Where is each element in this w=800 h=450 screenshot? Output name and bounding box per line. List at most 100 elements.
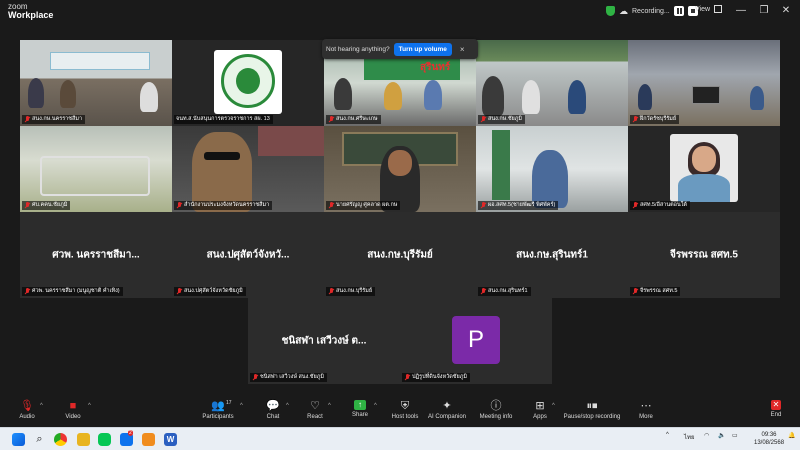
pause-recording-icon[interactable] xyxy=(673,6,684,16)
name-tile[interactable]: ศวพ. นครราชสีมา... ศวพ. นครราชสีมา (มนูญ… xyxy=(20,212,172,298)
close-window-icon[interactable]: ✕ xyxy=(779,4,793,18)
more-icon: ⋯ xyxy=(640,400,652,412)
participant-display-name: ชนิสฬา เสวีวงษ์ ต... xyxy=(281,335,367,347)
notification-bell-icon[interactable]: 🔔 xyxy=(788,432,795,439)
participant-name: ชนิสฬา เสวีวงษ์ สนง.ชัยภูมิ xyxy=(250,373,328,382)
chrome-icon[interactable] xyxy=(54,433,67,446)
participants-options-caret-icon[interactable]: ^ xyxy=(240,403,243,409)
audio-button[interactable]: 🎙 Audio xyxy=(14,400,40,420)
language-indicator[interactable]: ไทย xyxy=(684,432,695,442)
muted-mic-icon xyxy=(480,116,486,123)
zoom-window: zoom Workplace ☁ Recording... View — ❐ ✕… xyxy=(0,0,800,450)
video-tile-active-speaker[interactable]: นายศรัญญู ศูคลาด ผต.กษ xyxy=(324,126,476,212)
muted-mic-icon xyxy=(252,374,258,381)
muted-mic-icon xyxy=(480,288,486,295)
video-button[interactable]: ■ Video xyxy=(60,400,86,420)
name-tile[interactable]: สนง.กษ.สุรินทร์1 สนง.กษ.สุรินทร์1 xyxy=(476,212,628,298)
video-tile[interactable]: ศบ.คคน.ชัยภูมิ xyxy=(20,126,172,212)
name-tile[interactable]: ชนิสฬา เสวีวงษ์ ต... ชนิสฬา เสวีวงษ์ สนง… xyxy=(248,298,400,384)
minimize-icon[interactable]: — xyxy=(734,4,748,18)
notification-text: Not hearing anything? xyxy=(326,45,390,53)
video-tile[interactable]: สำนักงานประมงจังหวัดนครราชสีมา xyxy=(172,126,324,212)
name-tile[interactable]: สนง.กษ.บุรีรัมย์ สนง.กษ.บุรีรัมย์ xyxy=(324,212,476,298)
audio-options-caret-icon[interactable]: ^ xyxy=(40,403,43,409)
participant-name: ผอ.สศท.5(ชายพัฒรี พิศพัคร์) xyxy=(478,201,559,210)
ai-companion-label: AI Companion xyxy=(427,414,467,420)
video-tile[interactable]: สศท.5/อีสานตอนใต้ xyxy=(628,126,780,212)
word-icon[interactable]: W xyxy=(164,433,177,446)
video-tile[interactable]: สนง.กษ.นครราชสีมา xyxy=(20,40,172,126)
avatar-tile[interactable]: P ปฏิรูปที่ดินจังหวัดชัยภูมิ xyxy=(400,298,552,384)
logo-line2: Workplace xyxy=(8,10,54,20)
muted-mic-icon xyxy=(176,288,182,295)
participant-name: สนง.กษ.สุรินทร์1 xyxy=(478,287,531,296)
heart-icon: ♡ xyxy=(310,400,320,412)
volume-icon[interactable]: 🔈 xyxy=(718,432,725,439)
wifi-icon[interactable]: ◠ xyxy=(704,432,709,439)
participant-display-name: สนง.กษ.สุรินทร์1 xyxy=(516,249,588,261)
line-icon[interactable] xyxy=(98,433,111,446)
windows-start-icon[interactable] xyxy=(12,433,25,446)
muted-mic-icon xyxy=(328,202,334,209)
video-options-caret-icon[interactable]: ^ xyxy=(88,403,91,409)
name-tile[interactable]: สนง.ปศุสัตว์จังหวั... สนง.ปศุสัตว์จังหวั… xyxy=(172,212,324,298)
view-button[interactable]: View xyxy=(695,5,723,13)
glasses xyxy=(204,152,240,160)
host-tools-button[interactable]: ⛨ Host tools xyxy=(390,400,420,420)
muted-mic-icon: 🎙 xyxy=(20,400,34,412)
chat-options-caret-icon[interactable]: ^ xyxy=(286,403,289,409)
video-tile[interactable]: สนง.กษ.ชัยภูมิ xyxy=(476,40,628,126)
apps-options-caret-icon[interactable]: ^ xyxy=(552,403,555,409)
avatar: P xyxy=(452,316,500,364)
app-icon[interactable] xyxy=(142,433,155,446)
participant-name: จีรพรรณ สศท.5 xyxy=(630,287,681,296)
participant-display-name: จีรพรรณ สศท.5 xyxy=(669,249,738,261)
meeting-info-label: Meeting info xyxy=(479,414,513,420)
time: 09:36 xyxy=(761,432,777,438)
video-off-icon: ■ xyxy=(69,400,77,412)
video-tile[interactable]: ฝึกวัดรัชบุรีรัมย์ xyxy=(628,40,780,126)
video-tile[interactable]: จนท.ส.นับสนุนการตรวจราชการ สผ. 13 xyxy=(172,40,324,126)
react-label: React xyxy=(307,414,323,420)
meeting-toolbar: 🎙 Audio ^ ■ Video ^ 👥 Participants 17 ^ … xyxy=(0,396,800,426)
end-meeting-icon: ✕ xyxy=(771,400,781,410)
maximize-icon[interactable]: ❐ xyxy=(757,4,771,18)
share-button[interactable]: ↑ Share xyxy=(348,400,372,418)
encryption-shield-icon[interactable] xyxy=(606,6,615,16)
room-screen xyxy=(692,86,720,104)
speaker-face xyxy=(388,150,412,176)
clock[interactable]: 09:36 13/08/2568 xyxy=(754,431,784,447)
battery-icon[interactable]: ▭ xyxy=(732,432,738,439)
more-label: More xyxy=(639,414,653,420)
recording-indicator[interactable]: ☁ Recording... xyxy=(606,4,698,18)
participant-name: ศบ.คคน.ชัยภูมิ xyxy=(22,201,71,210)
react-options-caret-icon[interactable]: ^ xyxy=(328,403,331,409)
turn-up-volume-button[interactable]: Turn up volume xyxy=(393,42,452,56)
share-label: Share xyxy=(351,412,368,418)
info-icon: ⓘ xyxy=(490,400,502,412)
meeting-info-button[interactable]: ⓘ Meeting info xyxy=(476,400,516,420)
participants-label: Participants xyxy=(202,414,234,420)
file-explorer-icon[interactable] xyxy=(77,433,90,446)
name-tile[interactable]: จีรพรรณ สศท.5 จีรพรรณ สศท.5 xyxy=(628,212,780,298)
chat-button[interactable]: 💬 Chat xyxy=(262,400,284,420)
share-screen-icon: ↑ xyxy=(354,400,366,410)
chat-icon: 💬 xyxy=(266,400,280,412)
muted-mic-icon xyxy=(176,202,182,209)
search-icon[interactable]: ⌕ xyxy=(33,433,46,446)
react-button[interactable]: ♡ React xyxy=(304,400,326,420)
end-button[interactable]: ✕ End xyxy=(768,400,784,418)
pause-stop-recording-button[interactable]: ⏸⏹ Pause/stop recording xyxy=(562,400,622,420)
title-bar: zoom Workplace ☁ Recording... View — ❐ ✕ xyxy=(0,0,800,22)
close-notification-icon[interactable]: × xyxy=(460,45,465,54)
muted-mic-icon xyxy=(24,288,30,295)
banner-text: สุรินทร์ xyxy=(420,62,451,73)
pause-stop-icon: ⏸⏹ xyxy=(586,400,598,412)
more-button[interactable]: ⋯ More xyxy=(636,400,656,420)
ai-companion-button[interactable]: ✦ AI Companion xyxy=(426,400,468,420)
tray-chevron-icon[interactable]: ^ xyxy=(666,432,669,438)
apps-button[interactable]: ⊞ Apps xyxy=(530,400,550,420)
share-options-caret-icon[interactable]: ^ xyxy=(374,403,377,409)
audio-label: Audio xyxy=(19,414,35,420)
video-tile[interactable]: ผอ.สศท.5(ชายพัฒรี พิศพัคร์) xyxy=(476,126,628,212)
